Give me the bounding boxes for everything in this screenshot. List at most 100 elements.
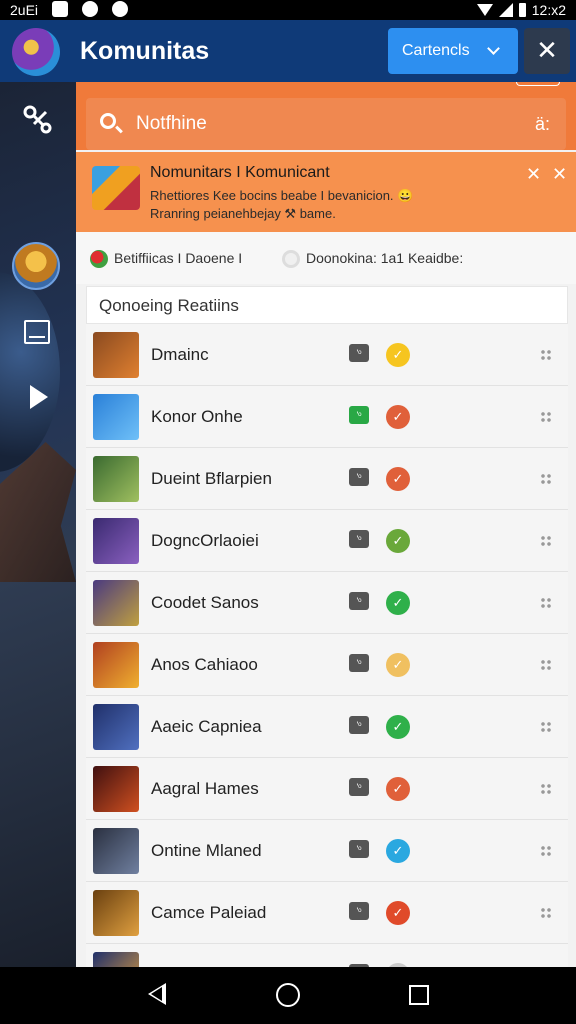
status-check-icon[interactable]: ✓ (386, 467, 410, 491)
section-title: Qonoeing Reatiins (99, 296, 239, 315)
recents-icon[interactable] (409, 985, 429, 1005)
filter-bar: Betiffiicas I Daoene I Doonokina: 1a1 Ke… (76, 232, 576, 284)
section-header: Qonoeing Reatiins (86, 286, 568, 324)
game-name: Coodet Sanos (151, 593, 259, 612)
game-tag-icon[interactable]: ʹᵒ (349, 406, 369, 424)
list-item[interactable]: Dueint Bflarpien ʹᵒ ✓ (86, 448, 568, 510)
game-name: Anos Cahiaoo (151, 655, 258, 674)
game-name: Aaeic Capniea (151, 717, 262, 736)
side-rail (0, 82, 76, 967)
notification-icon (52, 1, 68, 17)
status-bar: 2uEi 12:x2 (0, 0, 576, 20)
filter-icon[interactable]: ä: (535, 114, 550, 135)
list-item[interactable]: Camce Paleiad ʹᵒ ✓ (86, 882, 568, 944)
list-item[interactable]: Ontine Mlaned ʹᵒ ✓ (86, 820, 568, 882)
search-input[interactable]: Notfhine (136, 113, 207, 135)
search-icon (100, 113, 116, 129)
banner-text: Rhettiores Kee bocins beabe I bevanicion… (150, 188, 414, 203)
notification-banner[interactable]: Nomunitars I Komunicant Rhettiores Kee b… (76, 152, 576, 232)
close-button[interactable]: ✕ (524, 28, 570, 74)
game-thumbnail (93, 332, 139, 378)
home-icon[interactable] (276, 983, 300, 1007)
game-thumbnail (93, 394, 139, 440)
game-thumbnail (93, 642, 139, 688)
game-tag-icon[interactable]: ʹᵒ (349, 344, 369, 362)
drag-handle-icon[interactable] (540, 907, 552, 919)
status-icons (52, 1, 128, 17)
game-thumbnail (93, 580, 139, 626)
chevron-down-icon (487, 42, 500, 55)
filter-status-icon (90, 250, 108, 268)
list-item[interactable]: Coodet Sanos ʹᵒ ✓ (86, 572, 568, 634)
game-name: Dmainc (151, 345, 209, 364)
status-check-icon[interactable]: ✓ (386, 653, 410, 677)
user-avatar[interactable] (12, 242, 60, 290)
handle-icon (516, 82, 560, 86)
game-name: Konor Onhe (151, 407, 243, 426)
status-check-icon[interactable]: ✓ (386, 343, 410, 367)
status-check-icon[interactable]: ✓ (386, 777, 410, 801)
list-item[interactable]: DogncOrlaoiei ʹᵒ ✓ (86, 510, 568, 572)
game-tag-icon[interactable]: ʹᵒ (349, 716, 369, 734)
drag-handle-icon[interactable] (540, 411, 552, 423)
status-check-icon[interactable]: ✓ (386, 591, 410, 615)
back-icon[interactable] (148, 983, 166, 1005)
banner-close-icon[interactable]: ✕ (552, 164, 567, 185)
game-tag-icon[interactable]: ʹᵒ (349, 654, 369, 672)
app-title: Komunitas (80, 37, 210, 65)
tools-icon[interactable] (20, 102, 56, 138)
status-check-icon[interactable]: ✓ (386, 715, 410, 739)
game-thumbnail (93, 766, 139, 812)
drag-handle-icon[interactable] (540, 783, 552, 795)
game-tag-icon[interactable]: ʹᵒ (349, 592, 369, 610)
game-tag-icon[interactable]: ʹᵒ (349, 778, 369, 796)
list-item[interactable]: Konor Onhe ʹᵒ ✓ (86, 386, 568, 448)
alarm-icon (112, 1, 128, 17)
drag-handle-icon[interactable] (540, 845, 552, 857)
game-tag-icon[interactable]: ʹᵒ (349, 840, 369, 858)
search-bar[interactable]: Notfhine ä: (86, 98, 566, 150)
drag-handle-icon[interactable] (540, 473, 552, 485)
system-nav-bar (0, 967, 576, 1024)
drag-handle-icon[interactable] (540, 659, 552, 671)
list-item[interactable]: Aaeic Capniea ʹᵒ ✓ (86, 696, 568, 758)
drag-handle-icon[interactable] (540, 535, 552, 547)
list-item[interactable]: ʹᵒ (86, 944, 568, 967)
game-tag-icon[interactable]: ʹᵒ (349, 902, 369, 920)
game-thumbnail (93, 952, 139, 967)
battery-icon (518, 3, 526, 17)
wifi-icon (476, 4, 493, 16)
play-icon[interactable] (30, 385, 48, 409)
list-item[interactable]: Dmainc ʹᵒ ✓ (86, 324, 568, 386)
drag-handle-icon[interactable] (540, 597, 552, 609)
background-art (0, 272, 60, 472)
contents-dropdown-button[interactable]: Cartencls (388, 28, 518, 74)
status-check-icon[interactable]: ✓ (386, 839, 410, 863)
status-left-text: 2uEi (10, 2, 39, 18)
game-tag-icon[interactable]: ʹᵒ (349, 530, 369, 548)
filter-radio-icon[interactable] (282, 250, 300, 268)
status-check-icon[interactable]: ✓ (386, 405, 410, 429)
inbox-icon[interactable] (24, 320, 50, 344)
game-thumbnail (93, 704, 139, 750)
game-name: DogncOrlaoiei (151, 531, 259, 550)
status-check-icon[interactable]: ✓ (386, 529, 410, 553)
status-time: 12:x2 (531, 2, 566, 18)
game-tag-icon[interactable]: ʹᵒ (349, 468, 369, 486)
game-name: Camce Paleiad (151, 903, 267, 922)
banner-title: Nomunitars I Komunicant (150, 164, 330, 181)
filter-option-2[interactable]: Doonokina: 1a1 Keaidbe: (306, 250, 463, 266)
drag-handle-icon[interactable] (540, 349, 552, 361)
banner-subtext: Rranring peianehbejay ⚒ bame. (150, 206, 336, 221)
game-name: Aagral Hames (151, 779, 259, 798)
list-item[interactable]: Anos Cahiaoo ʹᵒ ✓ (86, 634, 568, 696)
status-check-icon[interactable]: ✓ (386, 901, 410, 925)
app-logo-icon[interactable] (12, 28, 60, 76)
filter-option-1[interactable]: Betiffiicas I Daoene I (114, 250, 242, 266)
banner-dismiss-icon[interactable]: ✕ (526, 164, 541, 185)
drag-handle-icon[interactable] (540, 721, 552, 733)
list-item[interactable]: Aagral Hames ʹᵒ ✓ (86, 758, 568, 820)
contents-dropdown-label: Cartencls (402, 42, 470, 59)
game-thumbnail (93, 890, 139, 936)
game-list: Dmainc ʹᵒ ✓ Konor Onhe ʹᵒ ✓ Dueint Bflarpien ʹᵒ… (86, 324, 568, 967)
